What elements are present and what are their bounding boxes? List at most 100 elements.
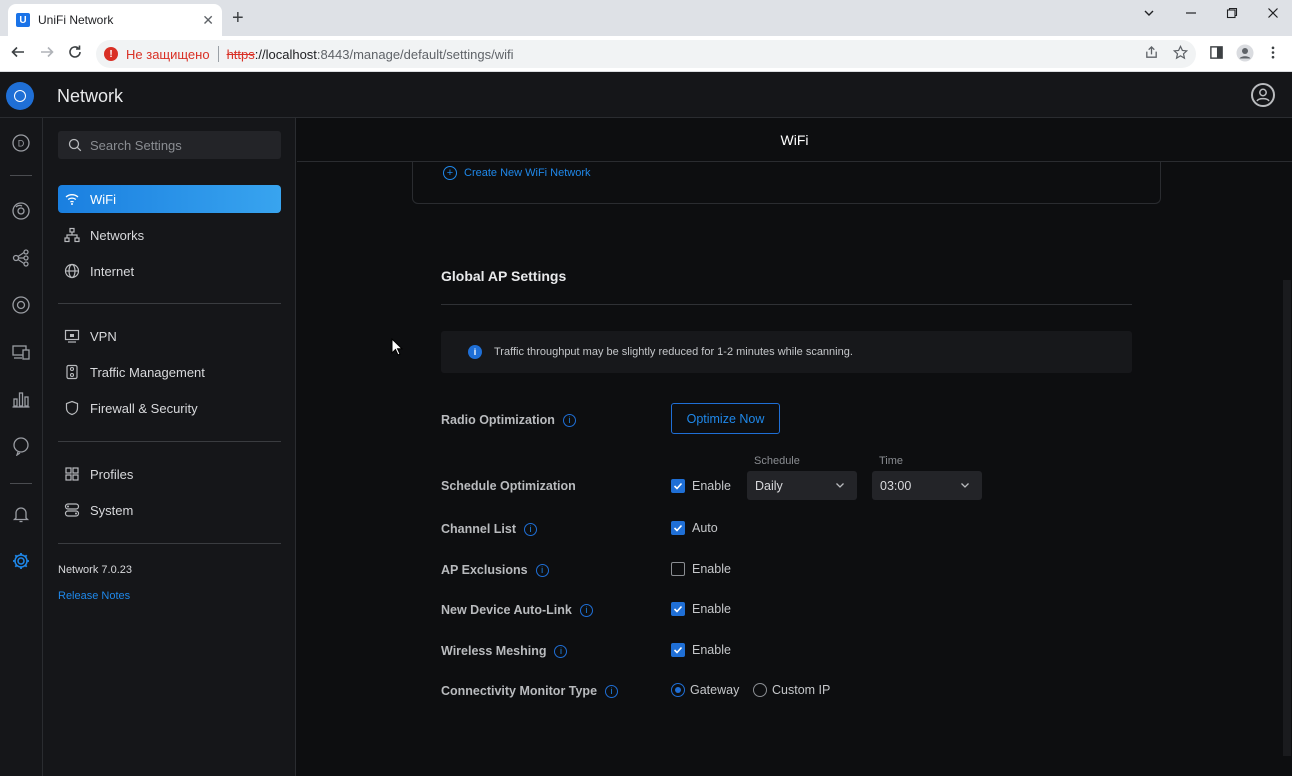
sidebar-item-label: VPN [90,328,117,344]
user-account-icon[interactable] [1251,83,1275,107]
svg-text:D: D [18,139,25,149]
topology-icon[interactable] [10,200,32,222]
client-devices-icon[interactable] [10,341,32,363]
auto-link-label: New Device Auto-Link i [441,603,593,617]
search-settings[interactable] [58,131,281,159]
mouse-cursor-icon [391,338,403,356]
restore-icon[interactable] [1226,6,1238,22]
omnibox-divider [217,46,219,62]
page-title: WiFi [780,132,809,148]
sidebar-item-traffic-management[interactable]: Traffic Management [58,358,281,386]
dashboard-icon[interactable]: D [10,132,32,154]
checkbox-label: Enable [692,562,731,576]
time-select[interactable]: 03:00 [872,471,982,500]
radio-unselected-icon [753,683,767,697]
sidebar-divider [58,441,281,442]
chevron-down-icon [836,483,844,488]
create-wifi-label: Create New WiFi Network [464,167,591,179]
settings-sidebar: WiFi Networks Internet VPN Traffic Manag… [43,118,296,776]
wireless-meshing-checkbox[interactable]: Enable [671,643,731,657]
insights-icon[interactable] [10,435,32,457]
close-window-icon[interactable] [1267,6,1279,22]
vpn-icon [64,329,80,343]
info-tooltip-icon[interactable]: i [562,413,576,427]
devices-icon[interactable] [10,247,32,269]
sidebar-item-wifi[interactable]: WiFi [58,185,281,213]
info-tooltip-icon[interactable]: i [524,522,538,536]
info-tooltip-icon[interactable]: i [605,684,619,698]
gateway-radio[interactable]: Gateway [671,683,739,697]
sidebar-item-vpn[interactable]: VPN [58,322,281,350]
radio-label: Custom IP [772,683,831,697]
settings-gear-icon[interactable] [10,550,32,572]
connectivity-monitor-label: Connectivity Monitor Type i [441,684,619,698]
browser-toolbar: ! Не защищено https ://localhost :8443/m… [0,36,1292,72]
sidebar-item-internet[interactable]: Internet [58,257,281,285]
sidebar-item-system[interactable]: System [58,496,281,524]
auto-link-text: New Device Auto-Link [441,603,572,617]
browser-menu-icon[interactable] [1270,45,1276,63]
back-arrow-icon[interactable] [10,44,26,65]
tab-close-icon[interactable]: ✕ [202,12,214,29]
wifi-networks-card: + Create New WiFi Network [412,162,1161,204]
info-icon: i [468,345,482,359]
app-title: Network [57,86,124,106]
ap-exclusions-checkbox[interactable]: Enable [671,562,731,576]
minimize-icon[interactable] [1185,6,1197,22]
wireless-meshing-text: Wireless Meshing [441,644,547,658]
statistics-icon[interactable] [10,388,32,410]
schedule-enable-checkbox[interactable]: Enable [671,479,731,493]
scrollbar[interactable] [1283,280,1291,756]
info-tooltip-icon[interactable]: i [554,644,568,658]
checkbox-label: Enable [692,643,731,657]
reload-icon[interactable] [67,44,83,65]
release-notes-link[interactable]: Release Notes [58,590,130,602]
url-path: :8443/manage/default/settings/wifi [316,46,514,62]
channel-auto-checkbox[interactable]: Auto [671,521,718,535]
info-tooltip-icon[interactable]: i [535,563,549,577]
shield-icon [65,400,79,416]
ap-exclusions-text: AP Exclusions [441,563,528,577]
channel-list-text: Channel List [441,522,517,536]
create-wifi-network-link[interactable]: + Create New WiFi Network [443,166,591,180]
search-input[interactable] [90,137,270,153]
system-icon [64,503,80,517]
url-protocol: https [226,46,255,62]
sidebar-item-profiles[interactable]: Profiles [58,460,281,488]
checkbox-checked-icon [671,521,685,535]
app-nav-rail: D [0,118,43,776]
sidebar-item-label: Internet [90,263,135,279]
clients-icon[interactable] [10,294,32,316]
checkbox-checked-icon [671,643,685,657]
checkbox-label: Enable [692,479,731,493]
profile-avatar-icon[interactable] [1236,44,1254,65]
tab-search-chevron-icon[interactable] [1143,6,1155,22]
share-icon[interactable] [1144,45,1159,63]
unifi-logo-icon[interactable] [6,82,34,110]
section-title: Global AP Settings [441,268,567,284]
app-header: Network [0,72,1292,118]
sidebar-item-networks[interactable]: Networks [58,221,281,249]
version-label: Network 7.0.23 [58,564,132,576]
schedule-select[interactable]: Daily [747,471,857,500]
auto-link-checkbox[interactable]: Enable [671,602,731,616]
info-tooltip-icon[interactable]: i [579,603,593,617]
unifi-favicon-icon: U [16,13,30,27]
side-panel-icon[interactable] [1209,45,1224,63]
forward-arrow-icon[interactable] [39,44,55,65]
schedule-value: Daily [755,478,783,493]
wifi-icon [65,194,79,205]
browser-tab[interactable]: U UniFi Network ✕ [8,4,222,36]
address-bar[interactable]: ! Не защищено https ://localhost :8443/m… [96,40,1196,68]
new-tab-icon[interactable]: + [232,8,244,28]
bookmark-star-icon[interactable] [1172,44,1189,63]
notifications-bell-icon[interactable] [10,503,32,525]
rail-divider [10,175,32,176]
sidebar-item-firewall-security[interactable]: Firewall & Security [58,394,281,422]
custom-ip-radio[interactable]: Custom IP [753,683,830,697]
page-header: WiFi [297,118,1292,162]
sidebar-item-label: Profiles [90,466,134,482]
traffic-icon [66,364,78,380]
optimize-now-button[interactable]: Optimize Now [671,403,780,434]
section-divider [441,304,1132,305]
